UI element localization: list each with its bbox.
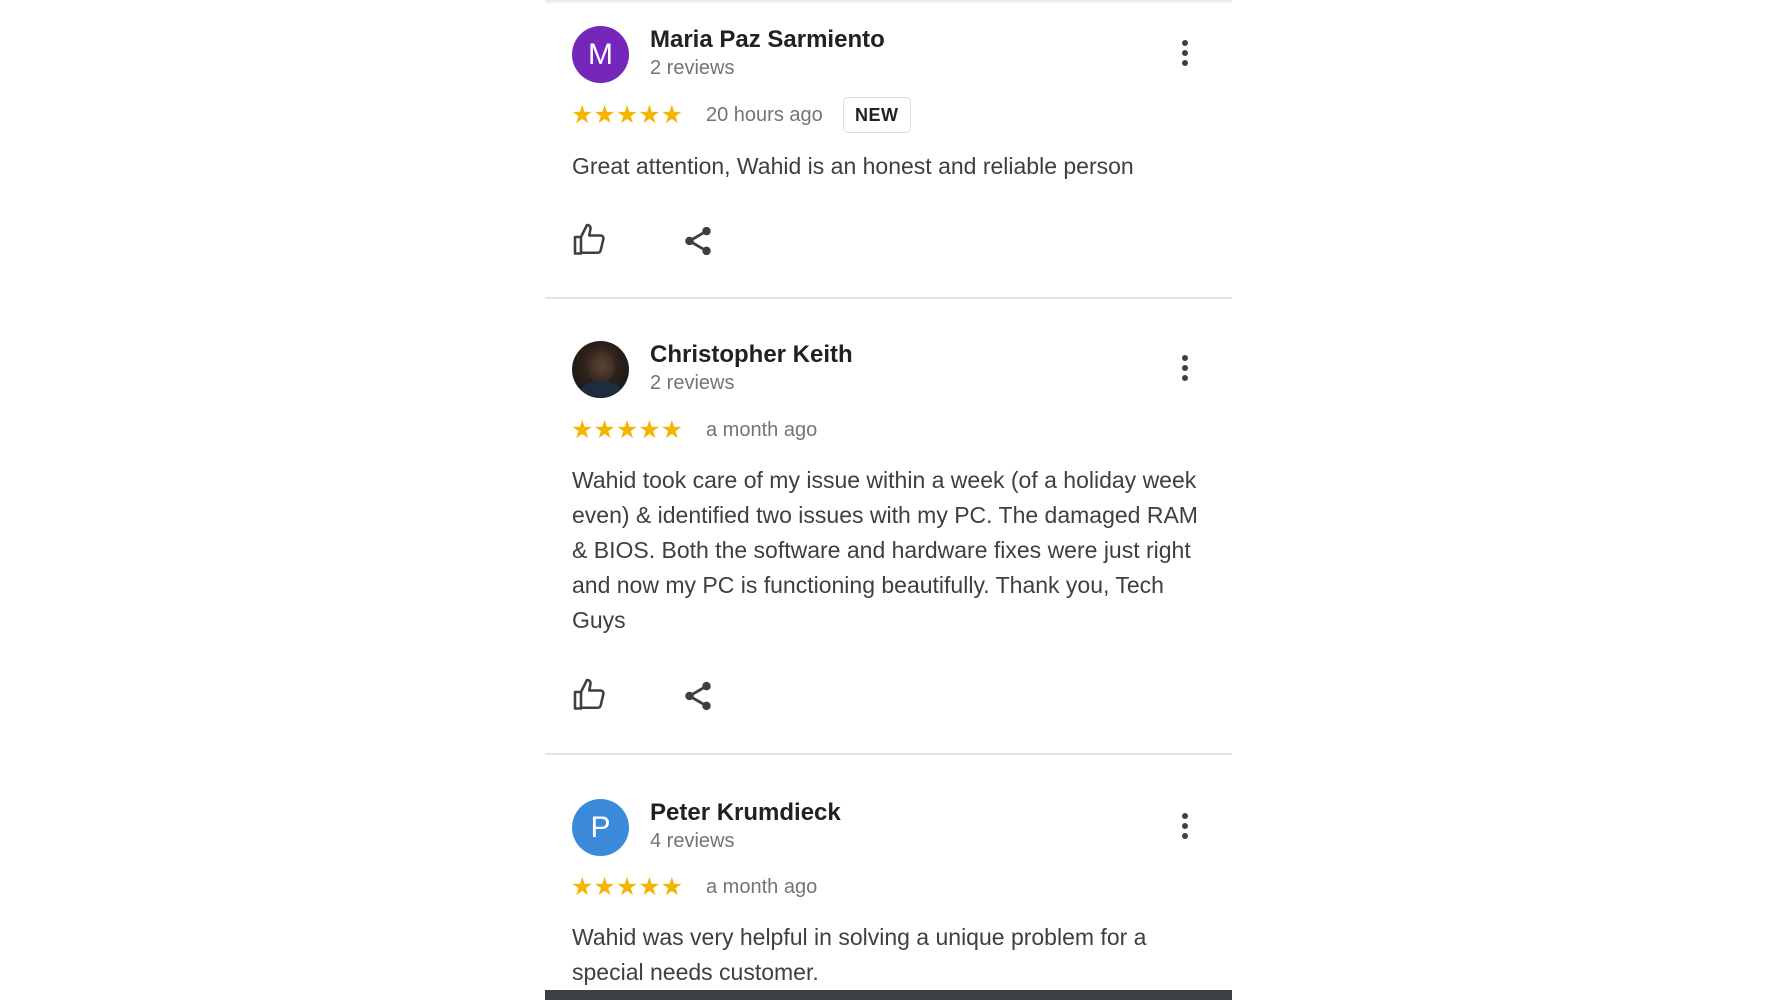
star-rating: ★★★★★ — [571, 416, 684, 444]
share-icon[interactable] — [681, 224, 721, 264]
divider — [545, 297, 1232, 299]
share-icon[interactable] — [681, 679, 721, 719]
review-text: Wahid was very helpful in solving a uniq… — [572, 924, 1147, 985]
reviewer-review-count: 2 reviews — [650, 372, 735, 394]
reviews-panel: M Maria Paz Sarmiento 2 reviews ★★★★★ 20… — [545, 0, 1232, 1000]
bottom-navigation-bar — [545, 990, 1232, 1000]
review-time: a month ago — [706, 419, 818, 441]
new-badge: NEW — [843, 97, 911, 133]
star-rating: ★★★★★ — [571, 101, 684, 129]
reviewer-review-count: 2 reviews — [650, 57, 735, 79]
more-options-icon[interactable] — [1173, 352, 1197, 386]
more-options-icon[interactable] — [1173, 37, 1197, 71]
divider — [545, 753, 1232, 755]
reviewer-name[interactable]: Peter Krumdieck — [650, 799, 841, 827]
more-options-icon[interactable] — [1173, 810, 1197, 844]
reviewer-name[interactable]: Christopher Keith — [650, 341, 853, 369]
review-text: Wahid took care of my issue within a wee… — [572, 467, 1198, 633]
avatar[interactable]: M — [572, 26, 629, 83]
avatar[interactable]: P — [572, 799, 629, 856]
review-text: Great attention, Wahid is an honest and … — [572, 153, 1134, 179]
avatar[interactable] — [572, 341, 629, 398]
top-shadow — [545, 0, 1232, 4]
review-time: 20 hours ago — [706, 104, 823, 126]
reviewer-name[interactable]: Maria Paz Sarmiento — [650, 26, 885, 54]
thumbs-up-icon[interactable] — [572, 677, 612, 717]
thumbs-up-icon[interactable] — [572, 222, 612, 262]
review-time: a month ago — [706, 876, 818, 898]
reviewer-review-count: 4 reviews — [650, 830, 735, 852]
star-rating: ★★★★★ — [571, 873, 684, 901]
